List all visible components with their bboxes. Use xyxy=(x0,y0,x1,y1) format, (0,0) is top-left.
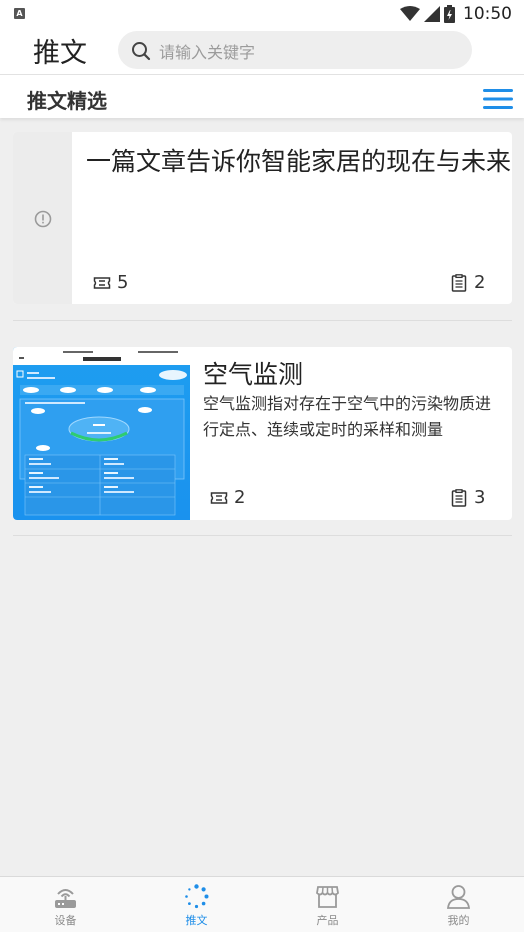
app-header: 推文 请输入关键字 xyxy=(0,28,524,74)
article-card[interactable]: 一篇文章告诉你智能家居的现在与未来 5 2 xyxy=(13,132,512,304)
document-icon xyxy=(451,273,467,292)
comment-count: 5 xyxy=(93,272,128,293)
search-placeholder: 请输入关键字 xyxy=(159,43,256,62)
nav-label: 设备 xyxy=(54,914,77,927)
article-description: 空气监测指对存在于空气中的污染物质进行定点、连续或定时的采样和测量 xyxy=(203,394,492,439)
nav-label: 推文 xyxy=(185,914,208,927)
nav-item-articles[interactable]: 推文 xyxy=(131,877,262,932)
nav-item-devices[interactable]: 设备 xyxy=(0,877,131,932)
comment-count: 2 xyxy=(210,487,245,508)
comment-count-value: 2 xyxy=(234,487,246,508)
list-divider xyxy=(13,320,512,321)
ticket-icon xyxy=(93,276,111,289)
list-divider xyxy=(13,535,512,536)
status-indicators: 10:50 xyxy=(400,3,512,25)
bottom-navigation: 设备 推文 产品 我的 xyxy=(0,876,524,932)
read-count: 2 xyxy=(450,272,485,293)
nav-label: 产品 xyxy=(316,914,339,927)
nav-item-products[interactable]: 产品 xyxy=(262,877,393,932)
user-icon xyxy=(446,885,471,909)
missing-image-alert-icon xyxy=(34,210,52,228)
search-icon xyxy=(132,42,151,61)
router-icon xyxy=(55,889,76,908)
ticket-icon xyxy=(210,491,228,504)
battery-icon xyxy=(444,5,455,23)
air-monitor-app-screenshot xyxy=(13,347,190,516)
read-count: 3 xyxy=(450,487,485,508)
status-bar: A 10:50 xyxy=(0,0,524,28)
article-thumbnail xyxy=(13,347,190,520)
page-title: 推文 xyxy=(33,38,87,69)
status-time: 10:50 xyxy=(463,4,512,24)
signal-icon xyxy=(424,6,440,22)
nav-label: 我的 xyxy=(447,914,470,927)
read-count-value: 3 xyxy=(474,487,486,508)
store-icon xyxy=(316,886,339,908)
read-count-value: 2 xyxy=(474,272,486,293)
article-card[interactable]: 空气监测 空气监测指对存在于空气中的污染物质进行定点、连续或定时的采样和测量 2… xyxy=(13,347,512,520)
loading-spinner-icon xyxy=(185,884,209,909)
nav-item-profile[interactable]: 我的 xyxy=(393,877,524,932)
comment-count-value: 5 xyxy=(117,272,129,293)
section-title: 推文精选 xyxy=(27,89,107,113)
document-icon xyxy=(451,488,467,507)
article-thumbnail xyxy=(13,132,72,304)
article-title: 一篇文章告诉你智能家居的现在与未来 xyxy=(86,147,512,176)
search-input[interactable]: 请输入关键字 xyxy=(118,31,472,69)
article-title: 空气监测 xyxy=(203,360,304,389)
wifi-icon xyxy=(400,6,420,21)
hamburger-menu-icon[interactable] xyxy=(483,88,513,110)
section-header: 推文精选 xyxy=(0,75,524,118)
notification-app-icon: A xyxy=(14,8,25,19)
